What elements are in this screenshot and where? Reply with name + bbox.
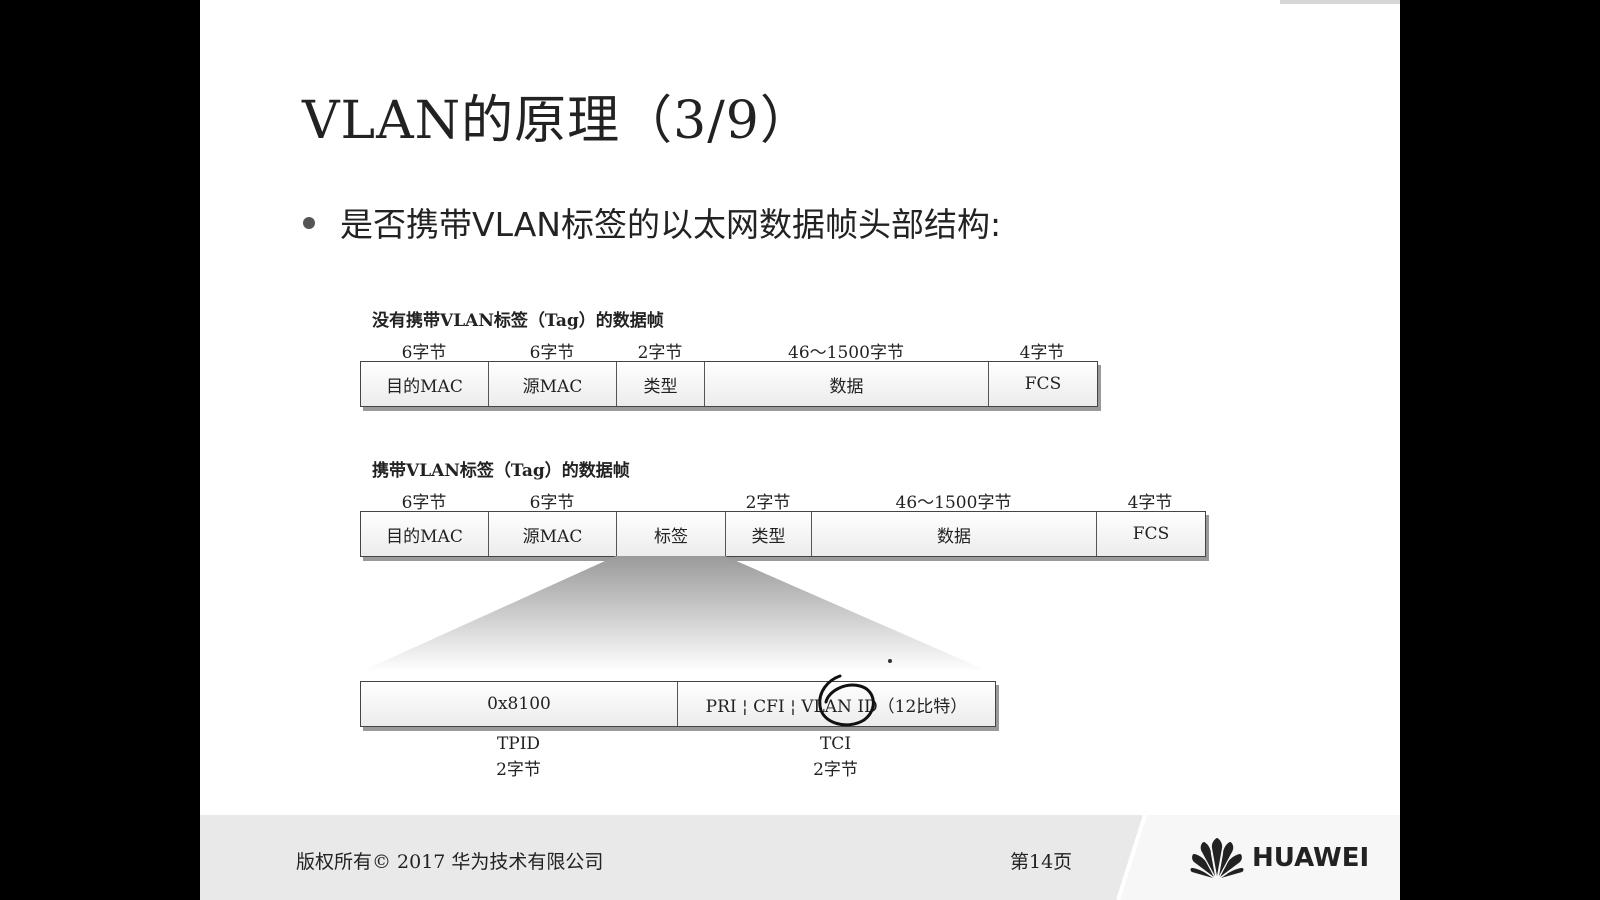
page-number: 第14页 — [1010, 851, 1073, 873]
footer-divider — [1116, 814, 1400, 900]
huawei-logo: HUAWEI — [1190, 838, 1369, 878]
brand-text: HUAWEI — [1252, 843, 1370, 873]
huawei-petals-icon — [1190, 838, 1244, 878]
slide: VLAN的原理（3/9） 是否携带VLAN标签的以太网数据帧头部结构: 没有携带… — [200, 0, 1400, 900]
copyright-text: 版权所有© 2017 华为技术有限公司 — [296, 851, 604, 873]
